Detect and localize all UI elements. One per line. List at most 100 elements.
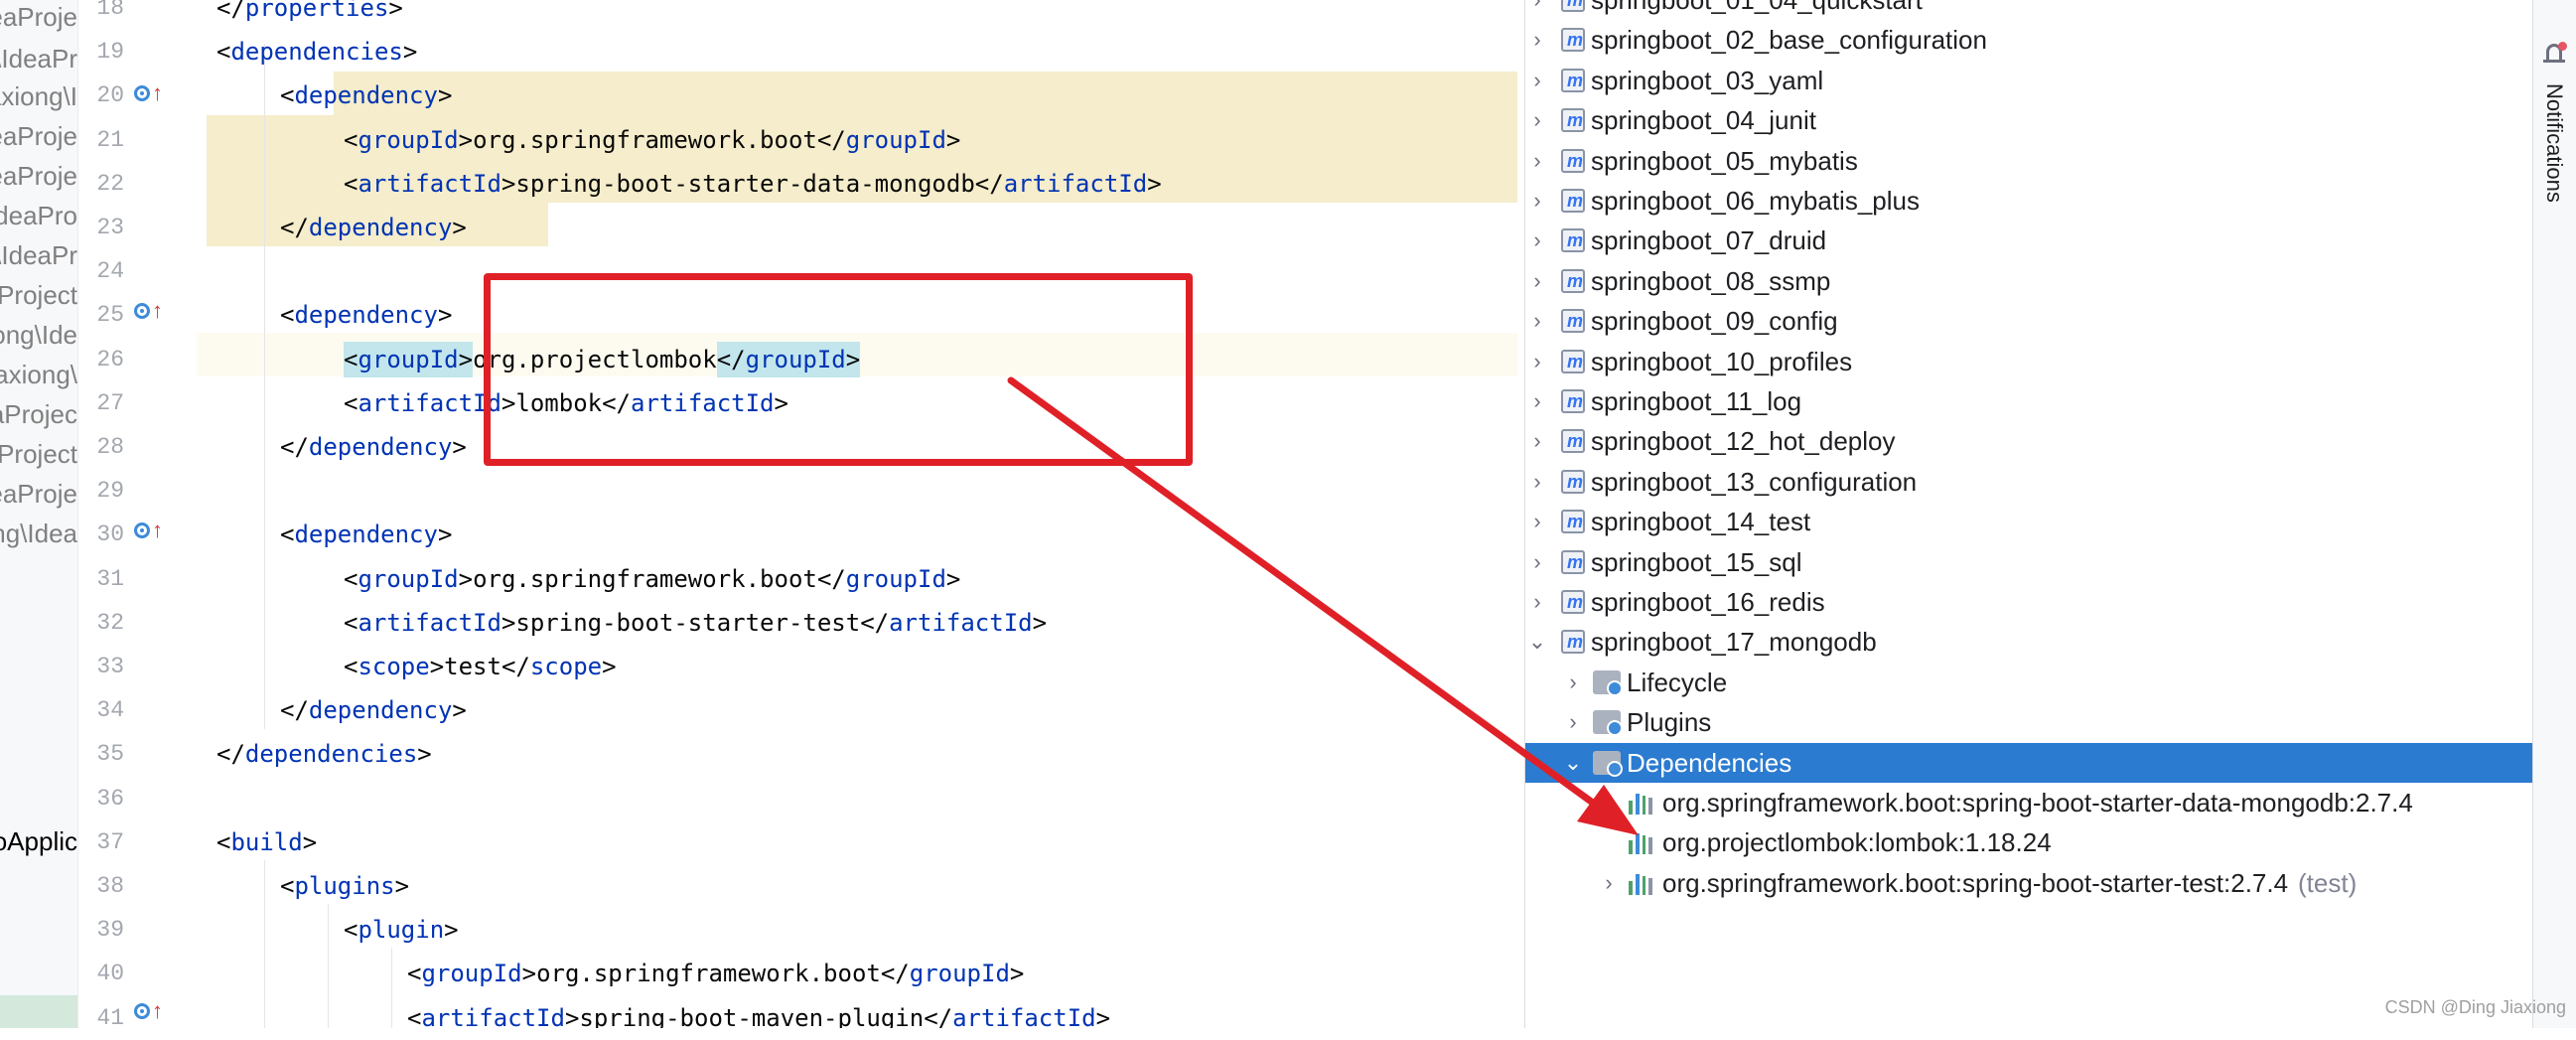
- maven-project-node[interactable]: › springboot_10_profiles: [1525, 342, 2533, 381]
- tree-node-label: springboot_11_log: [1591, 386, 1802, 416]
- maven-project-node[interactable]: › springboot_13_configuration: [1525, 462, 2533, 502]
- code-line[interactable]: </properties>: [216, 0, 403, 30]
- dependency-node[interactable]: › org.springframework.boot:spring-boot-st…: [1525, 783, 2533, 822]
- maven-project-node[interactable]: › springboot_11_log: [1525, 381, 2533, 421]
- maven-project-node[interactable]: › springboot_05_mybatis: [1525, 141, 2533, 181]
- project-path-item[interactable]: ong\Ide: [0, 320, 77, 351]
- chevron-right-icon[interactable]: ›: [1561, 702, 1585, 742]
- chevron-right-icon[interactable]: ›: [1525, 141, 1549, 181]
- chevron-down-icon[interactable]: ⌄: [1525, 622, 1549, 662]
- chevron-down-icon[interactable]: ⌄: [1561, 743, 1585, 783]
- chevron-right-icon[interactable]: ›: [1525, 261, 1549, 301]
- project-path-item[interactable]: \IdeaPr: [0, 44, 77, 74]
- maven-project-node[interactable]: › springboot_07_druid: [1525, 221, 2533, 260]
- chevron-right-icon[interactable]: ›: [1525, 381, 1549, 421]
- maven-project-node[interactable]: › springboot_08_ssmp: [1525, 261, 2533, 301]
- chevron-right-icon[interactable]: ›: [1561, 663, 1585, 702]
- code-line[interactable]: </dependencies>: [216, 732, 432, 776]
- xml-open-tag: </properties>: [216, 0, 403, 22]
- code-line[interactable]: <dependencies>: [216, 30, 417, 74]
- maven-module-icon: [1561, 381, 1585, 421]
- code-line[interactable]: <dependency>: [280, 74, 452, 117]
- line-number: 36: [96, 785, 124, 812]
- code-line[interactable]: <scope>test</scope>: [344, 645, 617, 688]
- override-marker-icon[interactable]: ↑: [134, 72, 168, 115]
- maven-dependencies-node[interactable]: ⌄ Dependencies: [1525, 742, 2533, 783]
- project-path-item[interactable]: Project: [0, 280, 77, 311]
- chevron-right-icon[interactable]: ›: [1597, 783, 1621, 822]
- maven-project-node[interactable]: › springboot_14_test: [1525, 502, 2533, 541]
- chevron-right-icon[interactable]: ›: [1525, 582, 1549, 622]
- code-line[interactable]: </dependency>: [280, 688, 467, 732]
- maven-project-node[interactable]: › springboot_03_yaml: [1525, 61, 2533, 100]
- code-line[interactable]: <artifactId>spring-boot-starter-data-mon…: [344, 162, 1162, 206]
- xml-bracket: <: [344, 608, 358, 637]
- code-line[interactable]: </dependency>: [280, 206, 467, 249]
- xml-open-tag: <artifactId>: [407, 1004, 579, 1028]
- run-config-label[interactable]: oApplic: [0, 826, 77, 857]
- maven-module-icon: [1561, 421, 1585, 461]
- dependency-node[interactable]: org.projectlombok:lombok:1.18.24: [1525, 822, 2533, 862]
- code-line[interactable]: <build>: [216, 820, 317, 864]
- chevron-right-icon[interactable]: ›: [1525, 0, 1549, 20]
- project-path-item[interactable]: iaxiong\I: [0, 81, 77, 112]
- project-path-item[interactable]: aProjec: [0, 399, 77, 430]
- maven-project-node[interactable]: › springboot_04_junit: [1525, 100, 2533, 140]
- project-path-item[interactable]: Project: [0, 439, 77, 470]
- chevron-right-icon[interactable]: ›: [1525, 542, 1549, 582]
- project-path-item[interactable]: eaProje: [0, 161, 77, 192]
- project-path-item[interactable]: eaProje: [0, 121, 77, 152]
- project-path-item[interactable]: eaProje: [0, 479, 77, 510]
- dependency-node[interactable]: › org.springframework.boot:spring-boot-st…: [1525, 863, 2533, 903]
- maven-project-node[interactable]: › springboot_16_redis: [1525, 582, 2533, 622]
- chevron-right-icon[interactable]: ›: [1525, 502, 1549, 541]
- maven-project-node[interactable]: › springboot_15_sql: [1525, 542, 2533, 582]
- maven-project-node[interactable]: ⌄ springboot_17_mongodb: [1525, 622, 2533, 662]
- code-line[interactable]: </dependency>: [280, 425, 467, 469]
- chevron-right-icon[interactable]: ›: [1525, 61, 1549, 100]
- xml-bracket: >: [602, 653, 617, 680]
- code-line[interactable]: <plugin>: [344, 908, 459, 952]
- maven-project-node[interactable]: › springboot_09_config: [1525, 301, 2533, 341]
- code-line[interactable]: <dependency>: [280, 293, 452, 337]
- chevron-right-icon[interactable]: ›: [1525, 181, 1549, 221]
- chevron-right-icon[interactable]: ›: [1525, 342, 1549, 381]
- code-editor[interactable]: </properties> <dependencies> <dependency> <…: [197, 0, 1517, 1028]
- code-line[interactable]: <dependency>: [280, 513, 452, 556]
- code-line[interactable]: <groupId>org.springframework.boot</group…: [407, 952, 1024, 995]
- notifications-bell-icon[interactable]: [2543, 42, 2567, 66]
- maven-project-node[interactable]: › springboot_12_hot_deploy: [1525, 421, 2533, 461]
- project-path-item[interactable]: eaProje: [0, 2, 77, 33]
- override-marker-icon[interactable]: ↑: [134, 989, 168, 1033]
- watermark: CSDN @Ding Jiaxiong: [2384, 997, 2566, 1017]
- xml-open-tag: </dependency>: [280, 433, 467, 461]
- project-path-item[interactable]: IdeaPro: [0, 201, 77, 231]
- maven-lifecycle-node[interactable]: › Lifecycle: [1525, 663, 2533, 702]
- override-marker-icon[interactable]: ↑: [134, 289, 168, 333]
- project-path-item[interactable]: axiong\: [0, 360, 77, 390]
- maven-project-node[interactable]: › springboot_01_04_quickstart: [1525, 0, 2533, 20]
- chevron-right-icon[interactable]: ›: [1597, 863, 1621, 903]
- xml-bracket: >: [458, 564, 474, 593]
- maven-project-node[interactable]: › springboot_02_base_configuration: [1525, 20, 2533, 60]
- chevron-right-icon[interactable]: ›: [1525, 421, 1549, 461]
- project-path-item[interactable]: \IdeaPr: [0, 240, 77, 271]
- code-line[interactable]: <groupId>org.springframework.boot</group…: [344, 118, 960, 162]
- line-number: 20: [96, 82, 124, 109]
- override-marker-icon[interactable]: ↑: [134, 509, 168, 552]
- chevron-right-icon[interactable]: ›: [1525, 301, 1549, 341]
- chevron-right-icon[interactable]: ›: [1525, 462, 1549, 502]
- chevron-right-icon[interactable]: ›: [1525, 100, 1549, 140]
- code-line[interactable]: <artifactId>spring-boot-starter-test</ar…: [344, 601, 1047, 645]
- code-line[interactable]: <artifactId>spring-boot-maven-plugin</ar…: [407, 996, 1110, 1028]
- maven-module-icon: [1561, 622, 1585, 662]
- code-line[interactable]: <groupId>org.springframework.boot</group…: [344, 557, 960, 601]
- chevron-right-icon[interactable]: ›: [1525, 221, 1549, 260]
- notifications-tab[interactable]: Notifications: [2541, 83, 2567, 203]
- project-path-item[interactable]: ng\Idea: [0, 519, 77, 549]
- maven-plugins-node[interactable]: › Plugins: [1525, 702, 2533, 742]
- maven-project-node[interactable]: › springboot_06_mybatis_plus: [1525, 181, 2533, 221]
- chevron-right-icon[interactable]: ›: [1525, 20, 1549, 60]
- xml-bracket: </: [816, 125, 846, 154]
- code-line[interactable]: <plugins>: [280, 864, 409, 908]
